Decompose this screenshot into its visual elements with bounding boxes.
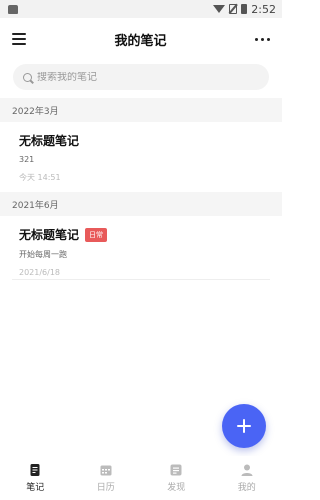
note-icon [30, 464, 40, 476]
note-time: 2021/6/18 [19, 268, 61, 277]
search-icon [23, 72, 32, 82]
note-tag: 日常 [85, 227, 108, 242]
nav-label-profile: 我的 [237, 483, 256, 493]
no-sim-icon [229, 4, 238, 14]
profile-icon [241, 464, 253, 476]
nav-item-profile[interactable]: 我的 [212, 463, 282, 493]
divider [12, 279, 270, 280]
plus-icon [237, 419, 251, 433]
calendar-icon [100, 465, 112, 476]
section-header-2021-06: 2021年6月 [0, 192, 282, 216]
battery-icon [241, 4, 248, 14]
wifi-icon [213, 5, 226, 13]
note-title: 无标题笔记 [19, 134, 80, 148]
discover-icon [170, 464, 182, 476]
nav-label-discover: 发现 [167, 483, 186, 493]
search-input[interactable] [37, 71, 259, 83]
nav-item-calendar[interactable]: 日历 [71, 463, 141, 493]
note-time: 今天 14:51 [19, 173, 61, 182]
note-content: 开始每周一跑 [19, 250, 67, 259]
nav-item-notes[interactable]: 笔记 [0, 463, 70, 493]
note-item[interactable]: 无标题笔记 321 今天 14:51 [0, 122, 282, 192]
add-note-button[interactable] [222, 404, 266, 448]
status-time: 2:52 [251, 2, 276, 16]
note-title: 无标题笔记 [19, 228, 80, 242]
bottom-nav: 笔记 日历 发现 我的 [0, 456, 282, 500]
note-title-row: 无标题笔记 [19, 132, 268, 149]
note-title-row: 无标题笔记 日常 [19, 226, 268, 243]
nav-label-calendar: 日历 [96, 483, 115, 493]
notification-icon [8, 4, 18, 14]
section-header-2022-03: 2022年3月 [0, 98, 282, 122]
status-icons: 2:52 [213, 3, 276, 16]
note-item[interactable]: 无标题笔记 日常 开始每周一跑 2021/6/18 [0, 216, 282, 279]
page-title: 我的笔记 [114, 33, 167, 49]
nav-item-discover[interactable]: 发现 [141, 463, 211, 493]
more-options-icon[interactable] [254, 37, 270, 41]
menu-icon[interactable] [12, 33, 26, 45]
nav-label-notes: 笔记 [26, 483, 45, 493]
status-bar: 2:52 [0, 0, 282, 18]
search-bar[interactable] [13, 64, 269, 90]
note-content: 321 [19, 155, 35, 164]
app-bar: 我的笔记 [0, 18, 282, 60]
